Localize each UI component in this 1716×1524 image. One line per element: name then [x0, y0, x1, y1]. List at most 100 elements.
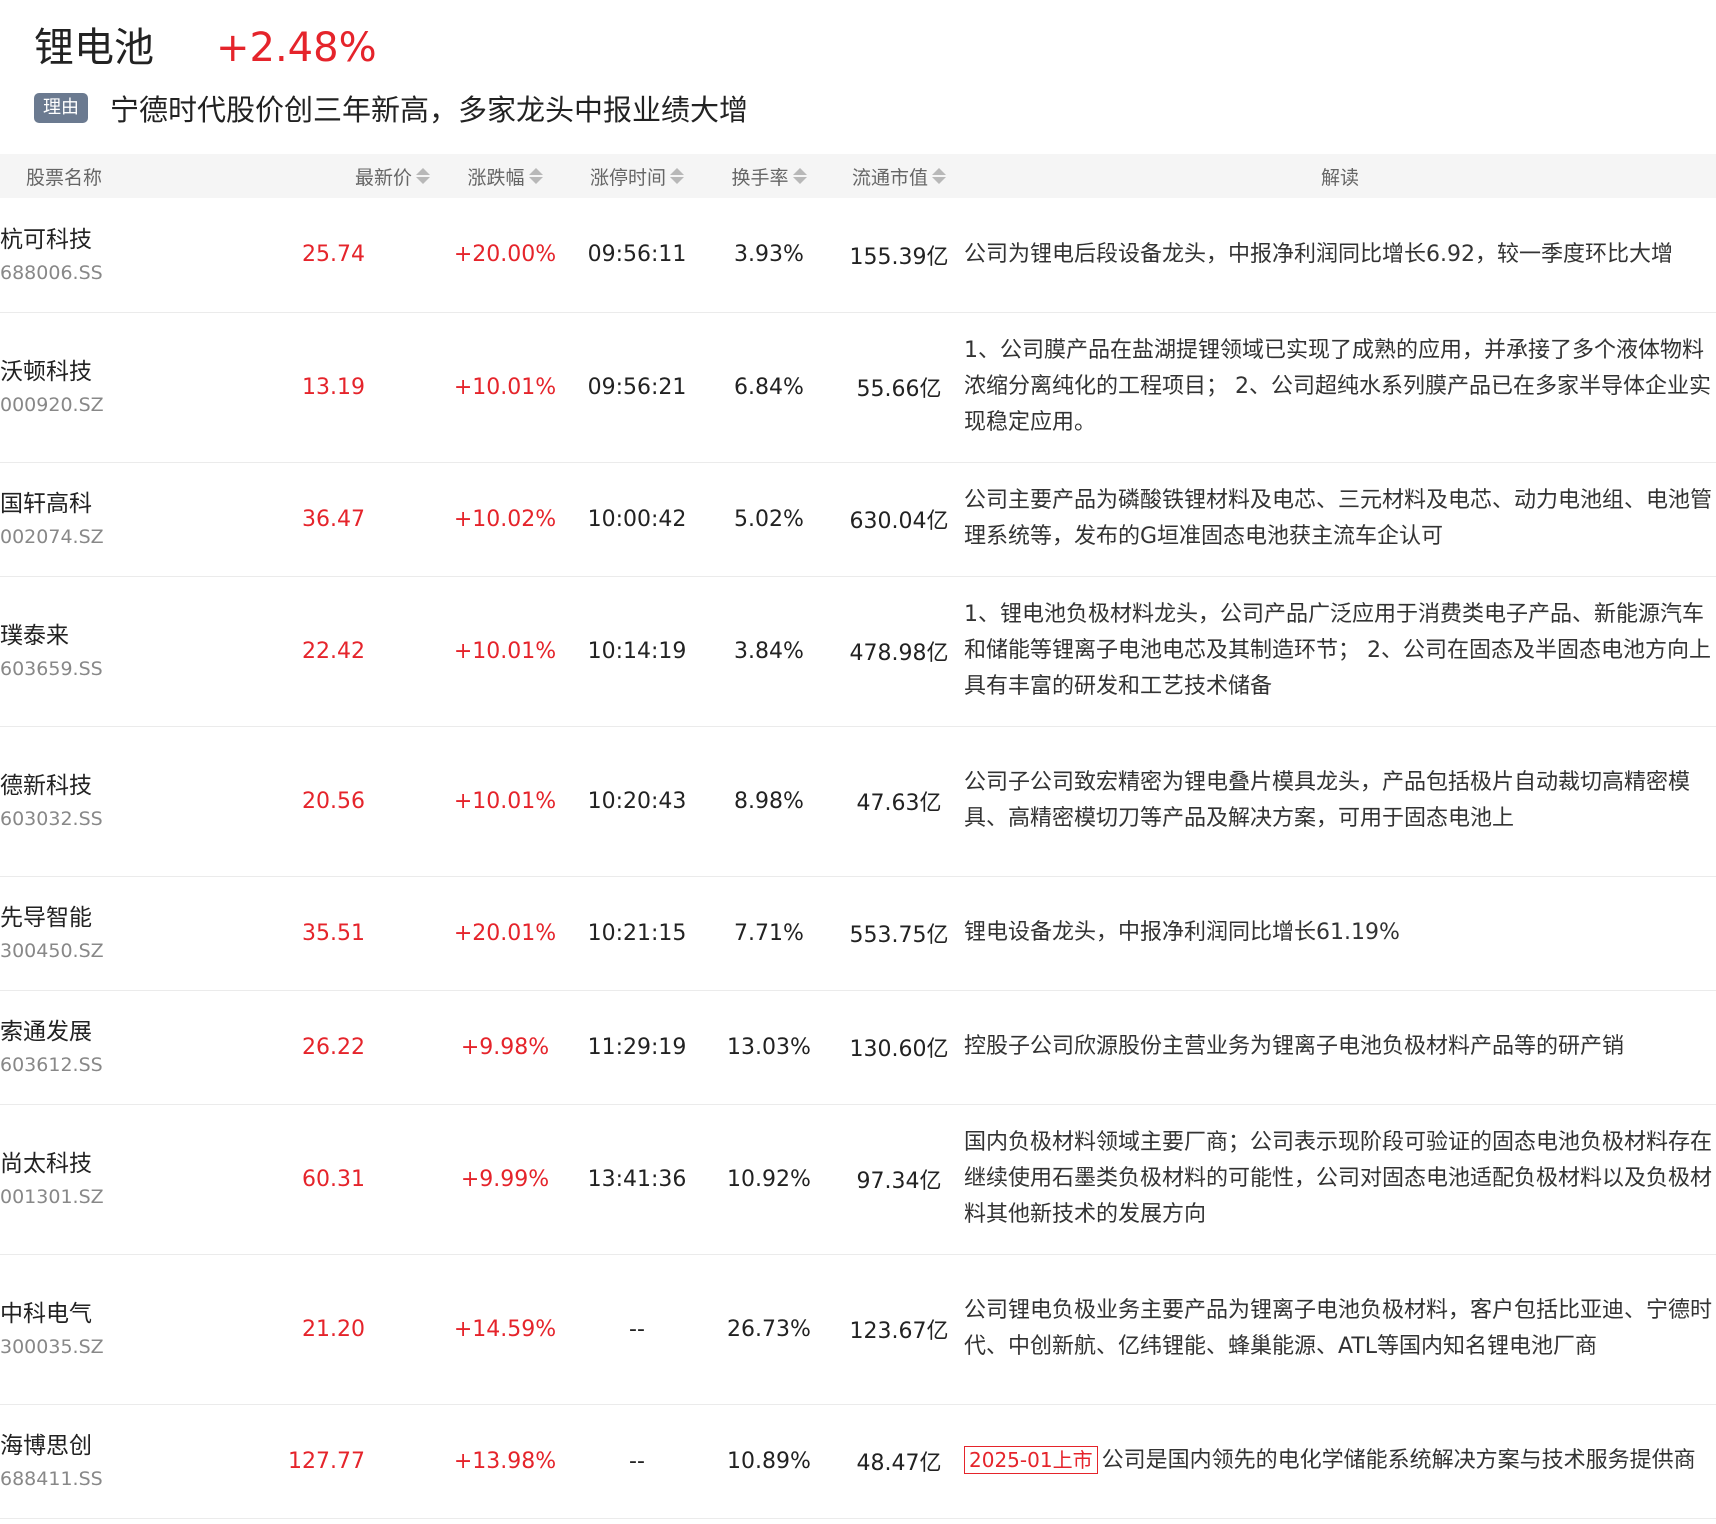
change-cell: +20.01%	[440, 876, 570, 991]
column-header-market-cap[interactable]: 流通市值	[834, 154, 964, 198]
stock-name-cell[interactable]: 沃顿科技 000920.SZ	[0, 312, 270, 463]
change-cell: +20.00%	[440, 198, 570, 313]
note-cell: 1、锂电池负极材料龙头，公司产品广泛应用于消费类电子产品、新能源汽车和储能等锂离…	[964, 576, 1716, 727]
table-row[interactable]: 尚太科技 001301.SZ 60.31 +9.99% 13:41:36 10.92% 97…	[0, 1104, 1716, 1255]
stock-note: 公司是国内领先的电化学储能系统解决方案与技术服务提供商	[1101, 1448, 1696, 1473]
change-cell: +10.01%	[440, 576, 570, 727]
turnover-cell: 8.98%	[704, 726, 834, 877]
limit-time-cell: 13:41:36	[570, 1104, 704, 1255]
table-row[interactable]: 国轩高科 002074.SZ 36.47 +10.02% 10:00:42 5.02% 63…	[0, 462, 1716, 577]
stock-code: 688411.SS	[0, 1468, 103, 1490]
table-row[interactable]: 先导智能 300450.SZ 35.51 +20.01% 10:21:15 7.71% 55…	[0, 876, 1716, 991]
column-header-turnover[interactable]: 换手率	[704, 154, 834, 198]
stock-code: 300450.SZ	[0, 940, 104, 962]
stock-code: 000920.SZ	[0, 394, 104, 416]
stock-code: 300035.SZ	[0, 1336, 104, 1358]
column-header-change[interactable]: 涨跌幅	[440, 154, 570, 198]
sort-icon[interactable]	[670, 168, 684, 184]
stock-code: 603612.SS	[0, 1054, 103, 1076]
price-cell: 25.74	[270, 198, 440, 313]
column-header-price[interactable]: 最新价	[270, 154, 440, 198]
stock-code: 001301.SZ	[0, 1186, 104, 1208]
stock-code: 603032.SS	[0, 808, 103, 830]
reason-row: 理由 宁德时代股价创三年新高，多家龙头中报业绩大增	[34, 88, 748, 128]
stock-name[interactable]: 索通发展	[0, 1015, 270, 1049]
stock-name-cell[interactable]: 海博思创 688411.SS	[0, 1404, 270, 1519]
table-row[interactable]: 中科电气 300035.SZ 21.20 +14.59% -- 26.73% 123.67亿…	[0, 1254, 1716, 1405]
stock-name[interactable]: 德新科技	[0, 769, 270, 803]
stock-note: 公司为锂电后段设备龙头，中报净利润同比增长6.92，较一季度环比大增	[964, 241, 1673, 267]
stock-note: 控股子公司欣源股份主营业务为锂离子电池负极材料产品等的研产销	[964, 1034, 1625, 1059]
stock-name-cell[interactable]: 杭可科技 688006.SS	[0, 198, 270, 313]
market-cap-cell: 48.47亿	[834, 1404, 964, 1519]
sort-icon[interactable]	[416, 168, 430, 184]
table-row[interactable]: 索通发展 603612.SS 26.22 +9.98% 11:29:19 13.03% 13…	[0, 990, 1716, 1105]
sector-header: 锂电池 +2.48% 理由 宁德时代股价创三年新高，多家龙头中报业绩大增	[0, 0, 1716, 150]
market-cap-cell: 553.75亿	[834, 876, 964, 991]
turnover-cell: 3.84%	[704, 576, 834, 727]
limit-time-cell: 10:20:43	[570, 726, 704, 877]
stock-note: 公司主要产品为磷酸铁锂材料及电芯、三元材料及电芯、动力电池组、电池管理系统等，发…	[964, 488, 1713, 549]
table-row[interactable]: 璞泰来 603659.SS 22.42 +10.01% 10:14:19 3.84% 478…	[0, 576, 1716, 727]
price-cell: 35.51	[270, 876, 440, 991]
table-row[interactable]: 海博思创 688411.SS 127.77 +13.98% -- 10.89% 48.47亿…	[0, 1404, 1716, 1519]
stock-name[interactable]: 尚太科技	[0, 1147, 270, 1181]
stock-name[interactable]: 先导智能	[0, 901, 270, 935]
stock-name-cell[interactable]: 先导智能 300450.SZ	[0, 876, 270, 991]
stock-note: 国内负极材料领域主要厂商；公司表示现阶段可验证的固态电池负极材料存在继续使用石墨…	[964, 1130, 1713, 1227]
market-cap-cell: 97.34亿	[834, 1104, 964, 1255]
stock-note: 1、锂电池负极材料龙头，公司产品广泛应用于消费类电子产品、新能源汽车和储能等锂离…	[964, 602, 1711, 699]
stock-code: 688006.SS	[0, 261, 103, 284]
limit-time-cell: 10:14:19	[570, 576, 704, 727]
change-cell: +10.02%	[440, 462, 570, 577]
stock-name-cell[interactable]: 中科电气 300035.SZ	[0, 1254, 270, 1405]
change-cell: +9.98%	[440, 990, 570, 1105]
stock-name[interactable]: 杭可科技	[0, 223, 270, 257]
stock-code: 002074.SZ	[0, 526, 104, 548]
sort-icon[interactable]	[792, 168, 807, 184]
market-cap-cell: 123.67亿	[834, 1254, 964, 1405]
change-cell: +14.59%	[440, 1254, 570, 1405]
turnover-cell: 5.02%	[704, 462, 834, 577]
stock-name-cell[interactable]: 国轩高科 002074.SZ	[0, 462, 270, 577]
table-row[interactable]: 沃顿科技 000920.SZ 13.19 +10.01% 09:56:21 6.84% 55…	[0, 312, 1716, 463]
note-cell: 锂电设备龙头，中报净利润同比增长61.19%	[964, 876, 1716, 991]
turnover-cell: 13.03%	[704, 990, 834, 1105]
note-cell: 控股子公司欣源股份主营业务为锂离子电池负极材料产品等的研产销	[964, 990, 1716, 1105]
sector-name: 锂电池	[34, 25, 154, 71]
stock-name-cell[interactable]: 德新科技 603032.SS	[0, 726, 270, 877]
reason-text: 宁德时代股价创三年新高，多家龙头中报业绩大增	[110, 93, 749, 127]
note-cell: 1、公司膜产品在盐湖提锂领域已实现了成熟的应用，并承接了多个液体物料浓缩分离纯化…	[964, 312, 1716, 463]
change-cell: +10.01%	[440, 312, 570, 463]
sort-icon[interactable]	[528, 168, 543, 184]
change-cell: +9.99%	[440, 1104, 570, 1255]
stock-name-cell[interactable]: 索通发展 603612.SS	[0, 990, 270, 1105]
limit-time-cell: --	[570, 1254, 704, 1405]
table-row[interactable]: 杭可科技 688006.SS 25.74 +20.00% 09:56:11 3.93% 15…	[0, 198, 1716, 313]
table-body: 杭可科技 688006.SS 25.74 +20.00% 09:56:11 3.93% 15…	[0, 198, 1716, 1519]
note-cell: 公司主要产品为磷酸铁锂材料及电芯、三元材料及电芯、动力电池组、电池管理系统等，发…	[964, 462, 1716, 577]
stock-name[interactable]: 璞泰来	[0, 619, 270, 653]
note-cell: 2025-01上市 公司是国内领先的电化学储能系统解决方案与技术服务提供商	[964, 1404, 1716, 1519]
column-header-limit-time[interactable]: 涨停时间	[570, 154, 704, 198]
stock-name[interactable]: 沃顿科技	[0, 355, 270, 389]
limit-time-cell: 10:00:42	[570, 462, 704, 577]
note-cell: 公司子公司致宏精密为锂电叠片模具龙头，产品包括极片自动裁切高精密模具、高精密模切…	[964, 726, 1716, 877]
table-row[interactable]: 德新科技 603032.SS 20.56 +10.01% 10:20:43 8.98% 47…	[0, 726, 1716, 877]
sort-icon[interactable]	[932, 168, 946, 184]
reason-tag: 理由	[34, 93, 88, 123]
market-cap-cell: 478.98亿	[834, 576, 964, 727]
stock-name[interactable]: 国轩高科	[0, 487, 270, 521]
note-cell: 公司锂电负极业务主要产品为锂离子电池负极材料，客户包括比亚迪、宁德时代、中创新航…	[964, 1254, 1716, 1405]
limit-time-cell: 09:56:21	[570, 312, 704, 463]
stock-name[interactable]: 海博思创	[0, 1429, 270, 1463]
stock-name-cell[interactable]: 尚太科技 001301.SZ	[0, 1104, 270, 1255]
stock-name[interactable]: 中科电气	[0, 1297, 270, 1331]
price-cell: 13.19	[270, 312, 440, 463]
price-cell: 21.20	[270, 1254, 440, 1405]
price-cell: 22.42	[270, 576, 440, 727]
turnover-cell: 10.92%	[704, 1104, 834, 1255]
price-cell: 36.47	[270, 462, 440, 577]
stock-name-cell[interactable]: 璞泰来 603659.SS	[0, 576, 270, 727]
price-cell: 60.31	[270, 1104, 440, 1255]
